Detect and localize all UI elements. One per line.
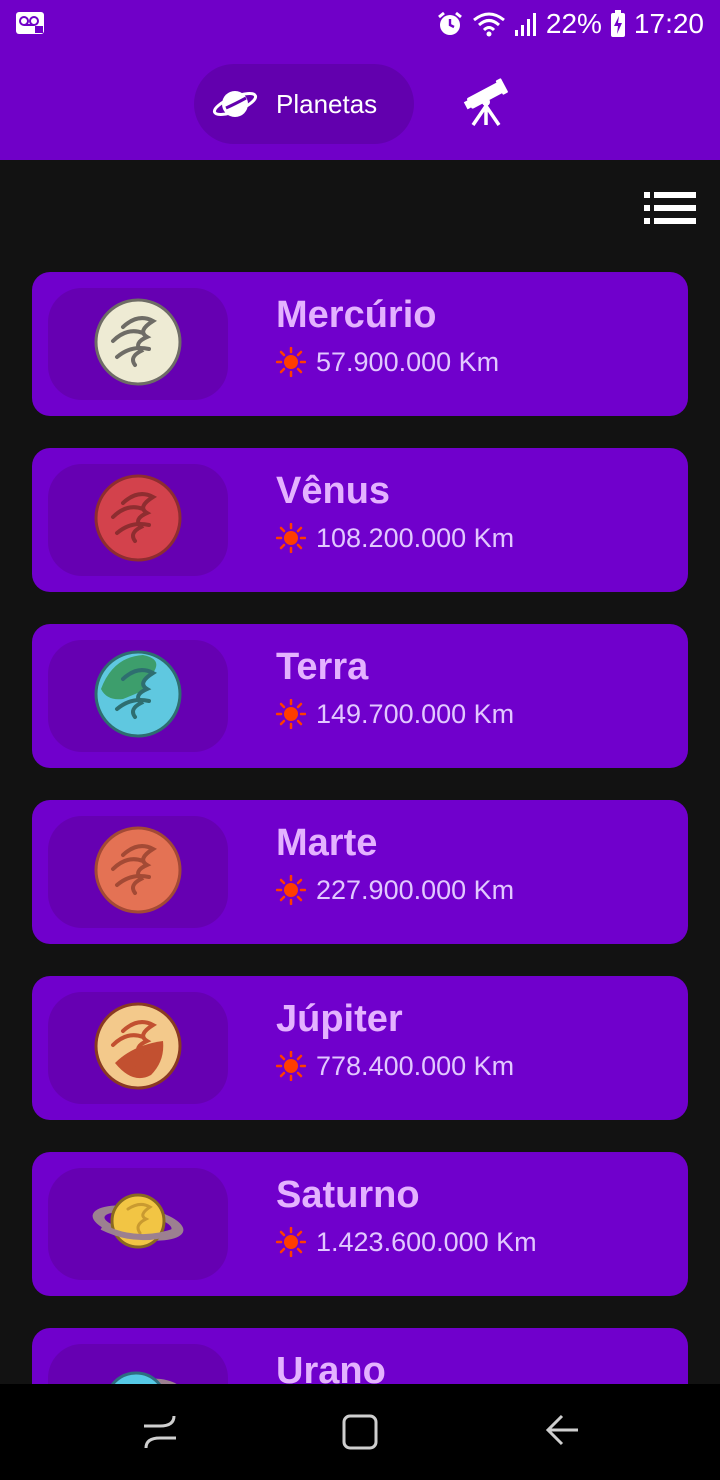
planet-name: Saturno [276,1174,420,1216]
sun-icon [276,1051,306,1081]
distance-value: 149.700.000 Km [316,698,515,729]
home-icon [340,1414,380,1456]
planet-thumb [48,464,228,576]
recent-apps-button[interactable] [140,1412,180,1452]
back-button[interactable] [542,1412,582,1452]
planet-name: Mercúrio [276,294,437,336]
planet-distance: 108.200.000 Km [276,518,514,558]
mars-icon [93,825,183,920]
planet-thumb [48,288,228,400]
earth-icon [93,649,183,744]
sun-icon [276,1227,306,1257]
battery-percent: 22% [545,8,602,39]
planet-card-saturno[interactable]: Saturno 1.423.600.000 Km [32,1152,688,1296]
signal-icon [514,10,538,38]
planet-thumb [48,816,228,928]
planet-card-venus[interactable]: Vênus 108.200.000 Km [32,448,688,592]
wifi-icon [472,10,506,38]
planet-name: Marte [276,822,378,864]
list-view-button[interactable] [642,190,698,226]
planet-distance: 778.400.000 Km [276,1046,514,1086]
planet-distance: 57.900.000 Km [276,342,499,382]
planet-card-jupiter[interactable]: Júpiter 778.400.000 Km [32,976,688,1120]
sun-icon [276,347,306,377]
status-bar: 22% 17:20 [0,0,720,48]
sun-icon [276,875,306,905]
clock: 17:20 [633,8,704,39]
planet-name: Júpiter [276,998,403,1040]
sun-icon [276,523,306,553]
planet-card-marte[interactable]: Marte 227.900.000 Km [32,800,688,944]
mercury-icon [93,297,183,392]
planet-thumb [48,640,228,752]
planet-distance: 227.900.000 Km [276,870,514,910]
planet-distance: 149.700.000 Km [276,694,514,734]
recent-apps-icon [140,1415,180,1456]
distance-value: 778.400.000 Km [316,1050,515,1081]
app-header: Planetas [0,48,720,160]
planet-thumb [48,1168,228,1280]
tab-telescope[interactable] [458,76,514,132]
planet-name: Terra [276,646,369,688]
tab-planetas[interactable]: Planetas [194,64,414,144]
alarm-icon [436,10,464,38]
saturn-icon [88,1187,188,1262]
planet-thumb [48,992,228,1104]
home-button[interactable] [340,1412,380,1452]
back-icon [542,1414,582,1456]
distance-value: 108.200.000 Km [316,522,515,553]
voicemail-icon [16,10,46,41]
telescope-icon [461,77,511,132]
system-nav-bar [0,1384,720,1480]
venus-icon [93,473,183,568]
jupiter-icon [93,1001,183,1096]
distance-value: 57.900.000 Km [316,346,500,377]
planet-card-terra[interactable]: Terra 149.700.000 Km [32,624,688,768]
list-view-icon [642,192,698,230]
planet-icon [212,84,258,124]
distance-value: 227.900.000 Km [316,874,515,905]
planet-card-mercurio[interactable]: Mercúrio 57.900.000 Km [32,272,688,416]
sun-icon [276,699,306,729]
planet-distance: 1.423.600.000 Km [276,1222,537,1262]
battery-charging-icon [610,10,626,38]
tab-planetas-label: Planetas [276,88,378,119]
planet-name: Vênus [276,470,391,512]
distance-value: 1.423.600.000 Km [316,1226,537,1257]
